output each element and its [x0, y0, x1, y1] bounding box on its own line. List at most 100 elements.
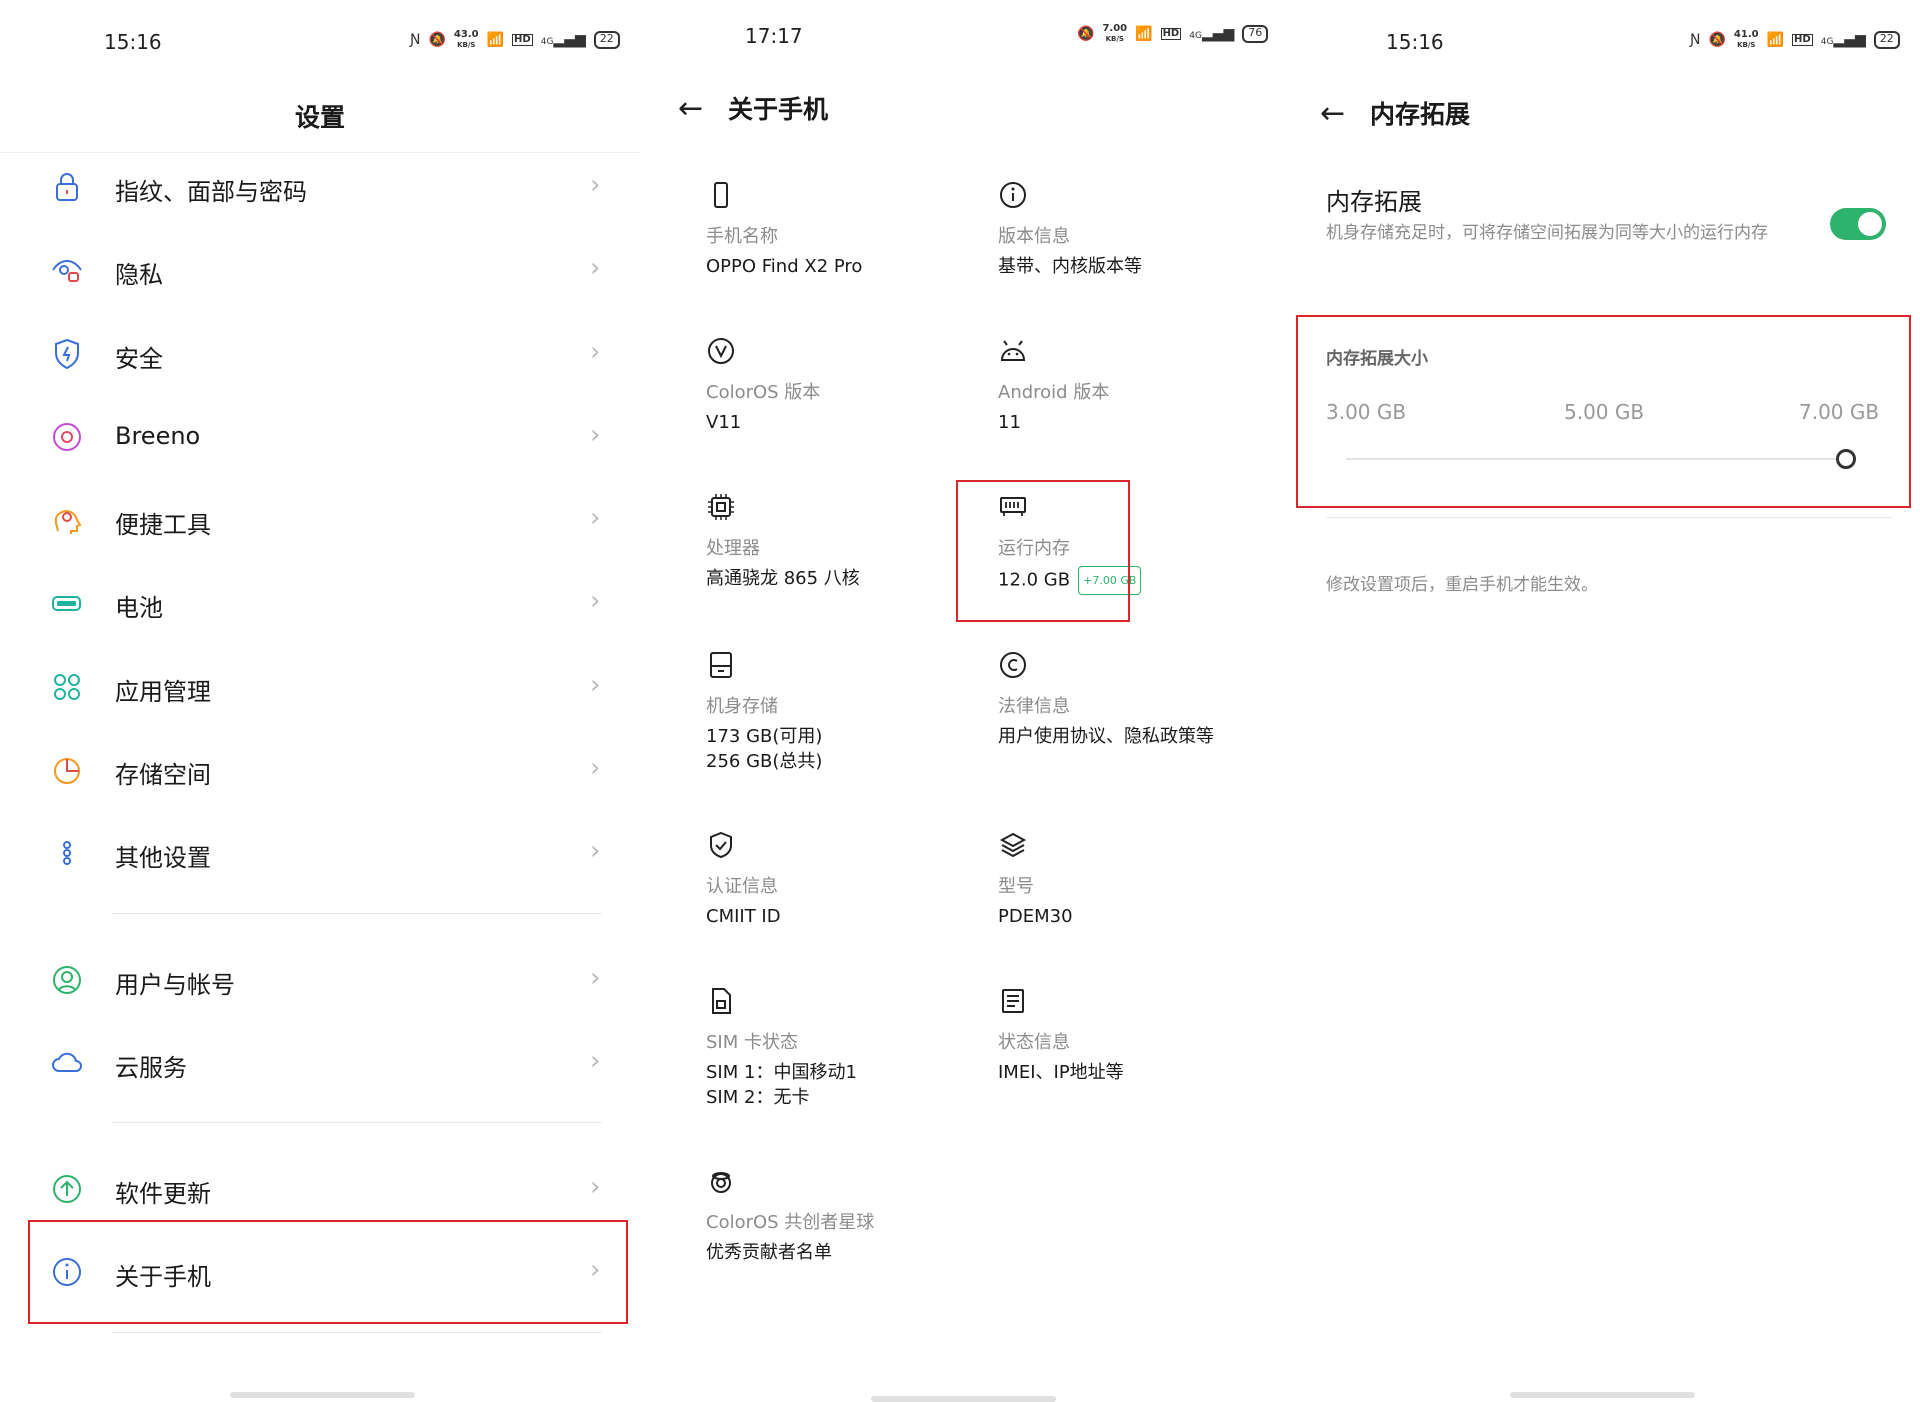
about-item[interactable]: Android 版本 11 [998, 336, 1278, 435]
about-item[interactable]: 状态信息 IMEI、IP地址等 [998, 986, 1278, 1085]
about-item[interactable]: ColorOS 共创者星球 优秀贡献者名单 [706, 1166, 986, 1265]
nfc-icon: Ɲ [1690, 32, 1701, 48]
back-arrow-icon[interactable]: ← [1320, 96, 1370, 131]
about-phone-screen: 17:17 🔕 7.00 KB/S 📶 HD 4G▂▄▆ 76 ← 关于手机 手机… [640, 0, 1280, 1402]
settings-item[interactable]: 应用管理 › [0, 652, 640, 722]
about-item-value: CMIIT ID [706, 906, 781, 927]
header: ← 内存拓展 [1320, 95, 1470, 131]
page-title: 设置 [294, 103, 345, 132]
about-item-label: 状态信息 [998, 1032, 1070, 1053]
settings-item-label: 安全 [115, 345, 163, 373]
chevron-right-icon: › [590, 836, 601, 866]
mute-icon: 🔕 [428, 32, 446, 48]
about-item[interactable]: 机身存储 173 GB(可用) 256 GB(总共) [706, 650, 986, 774]
status-icons: Ɲ 🔕 41.0 KB/S 📶 HD 4G▂▄▆ 22 [1690, 30, 1900, 50]
group-divider [112, 1332, 602, 1333]
battery-icon [50, 586, 84, 620]
restart-note: 修改设置项后，重启手机才能生效。 [1326, 575, 1598, 595]
chevron-right-icon: › [590, 253, 601, 283]
user-circle-icon [50, 963, 84, 997]
about-item-value: 优秀贡献者名单 [706, 1242, 832, 1263]
breeno-ring-icon [50, 420, 84, 454]
status-bar: 17:17 🔕 7.00 KB/S 📶 HD 4G▂▄▆ 76 [640, 0, 1280, 60]
status-icons: 🔕 7.00 KB/S 📶 HD 4G▂▄▆ 76 [1077, 23, 1269, 44]
settings-item[interactable]: 安全 › [0, 319, 640, 389]
settings-item-label: 指纹、面部与密码 [115, 178, 307, 206]
home-indicator[interactable] [871, 1396, 1056, 1402]
about-item[interactable]: 认证信息 CMIIT ID [706, 830, 986, 929]
back-arrow-icon[interactable]: ← [678, 91, 728, 126]
net-speed: 41.0 KB/S [1733, 29, 1759, 49]
hd-icon: HD [512, 34, 533, 46]
size-option[interactable]: 3.00 GB [1326, 400, 1406, 424]
wifi-icon: 📶 [1135, 26, 1153, 42]
about-item[interactable]: ColorOS 版本 V11 [706, 336, 986, 435]
chevron-right-icon: › [590, 337, 601, 367]
home-indicator[interactable] [230, 1392, 415, 1398]
setting-description: 机身存储充足时，可将存储空间拓展为同等大小的运行内存 [1326, 223, 1768, 243]
size-option[interactable]: 5.00 GB [1564, 400, 1644, 424]
section-divider [1326, 517, 1892, 518]
settings-item[interactable]: Breeno › [0, 402, 640, 472]
nfc-icon: Ɲ [410, 32, 421, 48]
settings-item-label: 电池 [115, 594, 163, 622]
about-item-label: ColorOS 共创者星球 [706, 1212, 875, 1233]
about-item-label: Android 版本 [998, 382, 1110, 403]
chevron-right-icon: › [590, 753, 601, 783]
about-item-value: 高通骁龙 865 八核 [706, 568, 860, 589]
net-speed: 7.00 KB/S [1102, 23, 1128, 43]
settings-item[interactable]: 隐私 › [0, 235, 640, 305]
highlight-box-ram [956, 480, 1130, 622]
settings-item-label: 隐私 [115, 261, 163, 289]
header: ← 关于手机 [678, 90, 828, 126]
about-item-value: OPPO Find X2 Pro [706, 256, 863, 277]
lock-icon [50, 170, 84, 204]
about-item[interactable]: 法律信息 用户使用协议、隐私政策等 [998, 650, 1278, 749]
about-item-value: 173 GB(可用) [706, 726, 823, 747]
chevron-right-icon: › [590, 586, 601, 616]
sim-icon [706, 986, 736, 1016]
settings-item[interactable]: 其他设置 › [0, 818, 640, 888]
about-item[interactable]: 处理器 高通骁龙 865 八核 [706, 492, 986, 591]
chevron-right-icon: › [590, 170, 601, 200]
settings-item-label: 存储空间 [115, 761, 211, 789]
eye-lock-icon [50, 253, 84, 287]
settings-item[interactable]: 云服务 › [0, 1028, 640, 1098]
size-slider-thumb[interactable] [1836, 449, 1856, 469]
about-item[interactable]: 手机名称 OPPO Find X2 Pro [706, 180, 986, 279]
settings-item[interactable]: 电池 › [0, 568, 640, 638]
settings-item[interactable]: 存储空间 › [0, 735, 640, 805]
hd-icon: HD [1792, 34, 1813, 46]
status-bar: 15:16 Ɲ 🔕 43.0 KB/S 📶 HD 4G▂▄▆ 22 [0, 0, 640, 60]
head-gear-icon [50, 503, 84, 537]
settings-item[interactable]: 用户与帐号 › [0, 945, 640, 1015]
battery-indicator: 22 [593, 31, 620, 49]
highlight-box-about [28, 1220, 628, 1324]
settings-item-label: 云服务 [115, 1054, 187, 1082]
v-circle-icon [706, 336, 736, 366]
settings-item-label: 便捷工具 [115, 511, 211, 539]
net-speed: 43.0 KB/S [453, 29, 479, 49]
chevron-right-icon: › [590, 420, 601, 450]
size-section-title: 内存拓展大小 [1326, 349, 1428, 369]
pie-chart-icon [50, 753, 84, 787]
about-item-label: 法律信息 [998, 696, 1070, 717]
home-indicator[interactable] [1510, 1392, 1695, 1398]
settings-item[interactable]: 指纹、面部与密码 › [0, 152, 640, 222]
shield-check-icon [706, 830, 736, 860]
about-item[interactable]: 型号 PDEM30 [998, 830, 1278, 929]
size-slider-track[interactable] [1346, 458, 1846, 460]
about-item[interactable]: SIM 卡状态 SIM 1：中国移动1 SIM 2：无卡 [706, 986, 986, 1110]
settings-item[interactable]: 便捷工具 › [0, 485, 640, 555]
apps-grid-icon [50, 670, 84, 704]
about-item-label: 认证信息 [706, 876, 778, 897]
size-option[interactable]: 7.00 GB [1799, 400, 1879, 424]
settings-item[interactable]: 软件更新 › [0, 1154, 640, 1224]
about-item-value: 11 [998, 412, 1021, 433]
about-item[interactable]: 版本信息 基带、内核版本等 [998, 180, 1278, 279]
battery-indicator: 76 [1242, 25, 1269, 43]
storage-icon [706, 650, 736, 680]
settings-item-label: 软件更新 [115, 1180, 211, 1208]
copyright-icon [998, 650, 1028, 680]
ram-expansion-toggle[interactable] [1830, 208, 1886, 240]
